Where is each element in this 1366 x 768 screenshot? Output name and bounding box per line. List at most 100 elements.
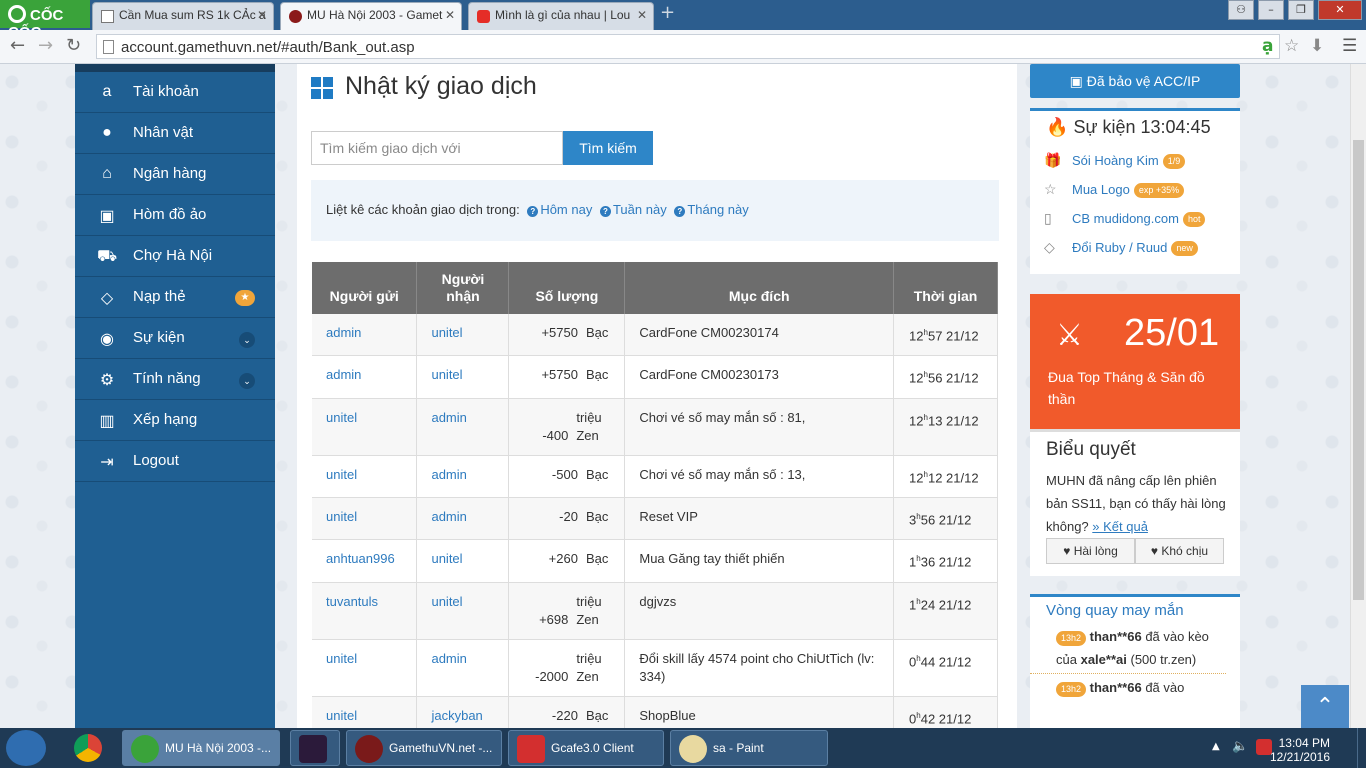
top-event-card[interactable]: ⚔ 25/01 Đua Top Tháng & Săn đồ thần	[1030, 294, 1240, 429]
vote-like-label: Hài lòng	[1073, 544, 1118, 558]
sidebar-item-events[interactable]: ◉ Sự kiện ⌄	[75, 318, 275, 359]
sidebar-item-ranking[interactable]: ▥ Xếp hạng	[75, 400, 275, 441]
browser-tab[interactable]: Cần Mua sum RS 1k CẢc a ✕	[92, 2, 274, 30]
vote-result-link[interactable]: » Kết quả	[1092, 519, 1148, 534]
sidebar-item-label: Nạp thẻ	[133, 288, 186, 305]
document-icon	[101, 10, 114, 23]
sidebar-item-character[interactable]: ● Nhân vật	[75, 113, 275, 154]
system-clock[interactable]: 13:04 PM 12/21/2016	[1186, 728, 1366, 768]
time-cell: 1h36 21/12	[893, 539, 998, 583]
sender-link[interactable]: admin	[312, 355, 418, 399]
back-icon[interactable]: ←	[10, 35, 25, 56]
receiver-link[interactable]: admin	[416, 398, 510, 456]
receiver-link[interactable]: unitel	[416, 539, 510, 583]
bookmark-star-icon[interactable]: ☆	[1284, 36, 1299, 56]
show-desktop-button[interactable]	[1357, 728, 1366, 768]
taskbar-item-paint[interactable]: sa - Paint	[670, 730, 828, 766]
browser-tab-active[interactable]: MU Hà Nội 2003 - Gamet ✕	[280, 2, 462, 30]
filter-week-link[interactable]: Tuần này	[613, 202, 667, 217]
close-icon[interactable]: ✕	[445, 8, 455, 22]
coccoc-a-icon[interactable]: ạ	[1262, 36, 1273, 56]
vertical-scrollbar[interactable]	[1350, 64, 1366, 728]
event-item[interactable]: ▯ CB mudidong.com hot	[1030, 204, 1240, 233]
amount-value: +5750	[541, 367, 578, 383]
browser-tab[interactable]: Mình là gì của nhau | Lou ✕	[468, 2, 654, 30]
sender-link[interactable]: unitel	[312, 455, 418, 498]
warrior-icon: ⚔	[1056, 319, 1083, 352]
sidebar-item-market[interactable]: ⛟ Chợ Hà Nội	[75, 236, 275, 277]
account-icon[interactable]: ⚇	[1228, 0, 1254, 20]
time-rest: 56 21/12	[927, 370, 979, 386]
receiver-link[interactable]: admin	[416, 455, 510, 498]
scroll-top-button[interactable]: ⌃	[1301, 685, 1349, 728]
sender-link[interactable]: unitel	[312, 639, 418, 697]
tab-label: MU Hà Nội 2003 - Gamet	[307, 8, 443, 22]
sidebar-item-features[interactable]: ⚙ Tính năng ⌄	[75, 359, 275, 400]
minimize-icon[interactable]: –	[1258, 0, 1284, 20]
sidebar-item-label: Tính năng	[133, 370, 201, 387]
time-rest: 56 21/12	[920, 512, 972, 528]
wheel-user2: xale**ai	[1080, 652, 1127, 667]
event-item[interactable]: 🎁 Sói Hoàng Kim 1/9	[1030, 146, 1240, 175]
chevron-down-icon[interactable]: ⌄	[239, 373, 255, 389]
download-icon[interactable]: ⬇	[1310, 36, 1324, 56]
event-item[interactable]: ☆ Mua Logo exp +35%	[1030, 175, 1240, 204]
sender-link[interactable]: unitel	[312, 398, 418, 456]
amount-unit: Bạc	[585, 367, 609, 383]
search-input[interactable]	[311, 131, 563, 165]
vote-box: Biểu quyết MUHN đã nâng cấp lên phiên bả…	[1030, 429, 1240, 576]
sidebar-item-bank[interactable]: ⌂ Ngân hàng	[75, 154, 275, 195]
forward-icon[interactable]: →	[38, 35, 53, 56]
sidebar-item-logout[interactable]: ⇥ Logout	[75, 441, 275, 482]
wheel-amount: (500 tr.zen)	[1130, 652, 1197, 667]
window-close-icon[interactable]: ✕	[1318, 0, 1362, 20]
start-button[interactable]	[6, 730, 46, 766]
time-rest: 36 21/12	[920, 554, 972, 570]
cogs-icon: ⚙	[99, 372, 115, 389]
filter-today-link[interactable]: Hôm nay	[540, 202, 592, 217]
taskbar-item-gcafe[interactable]: Gcafe3.0 Client	[508, 730, 664, 766]
sidebar-item-account[interactable]: a Tài khoản	[75, 72, 275, 113]
sender-link[interactable]: admin	[312, 314, 418, 357]
maximize-icon[interactable]: ❐	[1288, 0, 1314, 20]
paint-icon	[679, 735, 707, 763]
chrome-taskbar-icon[interactable]	[66, 730, 110, 766]
table-row: unitel admin -400 triệu Zen Chơi vé số may m…	[312, 398, 998, 456]
sidebar-item-virtual-chest[interactable]: ▣ Hòm đồ ảo	[75, 195, 275, 236]
youtube-icon	[477, 10, 490, 23]
close-icon[interactable]: ✕	[257, 8, 267, 22]
wheel-title: Vòng quay may mắn	[1046, 602, 1184, 619]
vote-like-button[interactable]: ♥ Hài lòng	[1046, 538, 1135, 564]
receiver-link[interactable]: admin	[416, 497, 510, 541]
bar-chart-icon: ▥	[99, 413, 115, 430]
sidebar-item-topup[interactable]: ◇ Nạp thẻ ★	[75, 277, 275, 318]
filter-panel: Liệt kê các khoản giao dịch trong: ? Hôm …	[311, 180, 999, 241]
sender-link[interactable]: tuvantuls	[312, 582, 418, 640]
chevron-down-icon[interactable]: ⌄	[239, 332, 255, 348]
event-item[interactable]: ◇ Đổi Ruby / Ruud new	[1030, 233, 1240, 262]
reload-icon[interactable]: ↻	[66, 35, 81, 56]
receiver-link[interactable]: unitel	[416, 582, 510, 640]
taskbar-item-mu-game[interactable]	[290, 730, 340, 766]
taskbar-label: Gcafe3.0 Client	[551, 741, 634, 755]
amount-value: +260	[548, 551, 578, 567]
sender-link[interactable]: unitel	[312, 497, 418, 541]
url-field[interactable]: account.gamethuvn.net/#auth/Bank_out.asp	[96, 34, 1280, 59]
coccoc-logo[interactable]: CỐC CỐC	[0, 0, 90, 41]
menu-icon[interactable]: ☰	[1342, 36, 1357, 56]
vote-dislike-button[interactable]: ♥ Khó chịu	[1135, 538, 1224, 564]
sender-link[interactable]: anhtuan996	[312, 539, 418, 583]
new-tab-icon[interactable]: +	[660, 4, 678, 22]
search-button[interactable]: Tìm kiếm	[563, 131, 653, 165]
purpose-cell: CardFone CM00230173	[624, 355, 895, 399]
receiver-link[interactable]: admin	[416, 639, 510, 697]
filter-month-link[interactable]: Tháng này	[687, 202, 748, 217]
taskbar-item-gamethuvn[interactable]: GamethuVN.net -...	[346, 730, 502, 766]
receiver-link[interactable]: unitel	[416, 314, 510, 357]
receiver-link[interactable]: unitel	[416, 355, 510, 399]
close-icon[interactable]: ✕	[637, 8, 647, 22]
scrollbar-thumb[interactable]	[1353, 140, 1364, 600]
taskbar-item-mu[interactable]: MU Hà Nội 2003 -...	[122, 730, 280, 766]
amount-value: -20	[559, 508, 578, 524]
protect-account-button[interactable]: ▣ Đã bảo vệ ACC/IP	[1030, 64, 1240, 98]
